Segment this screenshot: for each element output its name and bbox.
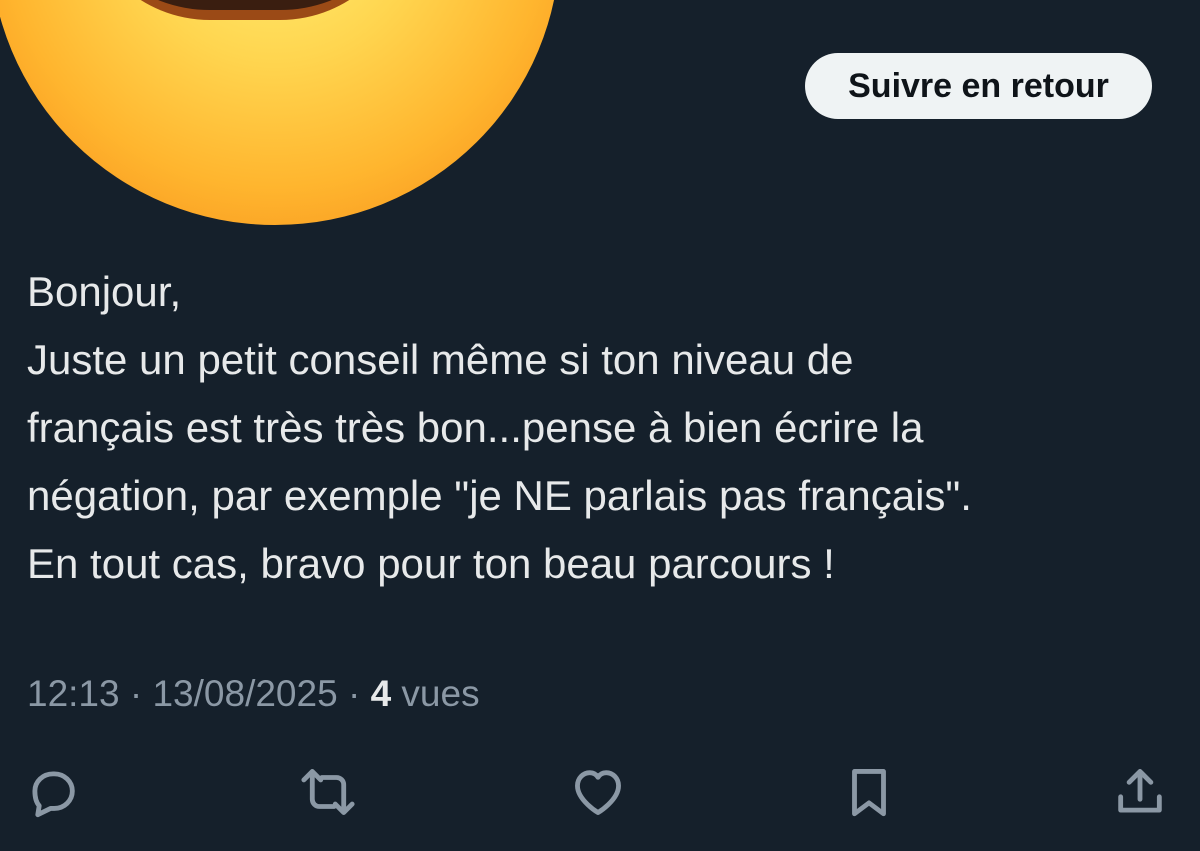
tweet-line: français est très très bon...pense à bie… [27,404,924,451]
share-button[interactable] [1108,760,1172,824]
tweet-date[interactable]: 13/08/2025 [152,673,337,714]
tweet-text: Bonjour, Juste un petit conseil même si … [27,258,1187,598]
tweet-line: négation, par exemple "je NE parlais pas… [27,472,972,519]
bookmark-icon [852,769,886,817]
tweet-action-bar [0,760,1200,824]
reply-button[interactable] [21,760,85,824]
avatar[interactable] [0,0,560,225]
avatar-mouth [80,0,410,20]
views-label: vues [401,673,480,714]
views-count: 4 [370,673,392,714]
tweet-time[interactable]: 12:13 [27,673,120,714]
tweet-metadata: 12:13 · 13/08/2025 · 4 vues [27,666,480,722]
like-icon [575,770,621,815]
tweet-line: En tout cas, bravo pour ton beau parcour… [27,540,835,587]
meta-separator: · [347,673,361,714]
retweet-button[interactable] [296,760,360,824]
tweet-line: Juste un petit conseil même si ton nivea… [27,336,854,383]
bookmark-button[interactable] [837,760,901,824]
share-icon [1118,769,1162,813]
follow-back-button[interactable]: Suivre en retour [805,53,1152,119]
tweet-line: Bonjour, [27,268,182,315]
like-button[interactable] [566,760,630,824]
retweet-icon [301,769,355,815]
meta-separator: · [129,673,143,714]
reply-icon [32,771,75,818]
